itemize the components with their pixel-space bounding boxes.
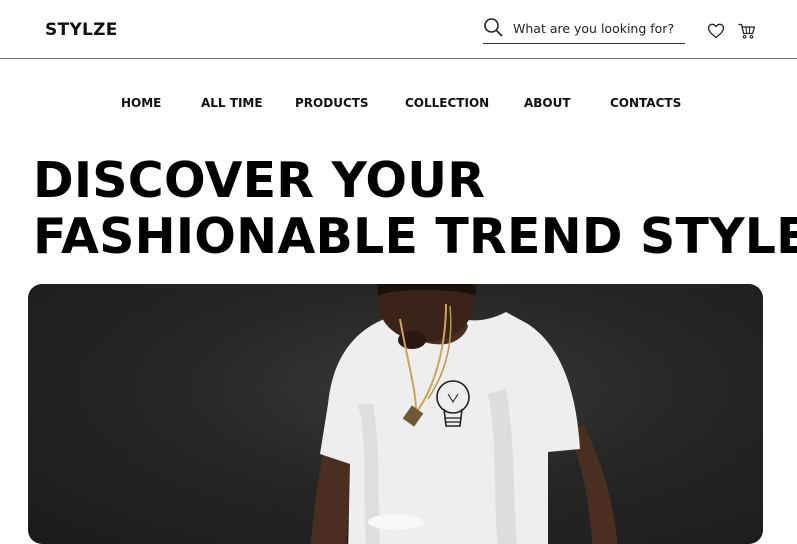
hero-image — [28, 284, 763, 544]
nav-item-all-time[interactable]: ALL TIME — [201, 96, 263, 110]
nav-item-contacts[interactable]: CONTACTS — [610, 96, 681, 110]
hero-title-line-1: DISCOVER YOUR — [33, 153, 797, 209]
search-input[interactable] — [513, 18, 683, 38]
search-bar[interactable] — [483, 15, 685, 44]
heart-icon[interactable] — [707, 22, 725, 40]
nav-item-home[interactable]: HOME — [121, 96, 161, 110]
hero-title-line-2: FASHIONABLE TREND STYLE — [33, 209, 797, 265]
nav-item-about[interactable]: ABOUT — [524, 96, 571, 110]
search-icon[interactable] — [483, 17, 503, 37]
nav-item-products[interactable]: PRODUCTS — [295, 96, 369, 110]
main-nav: HOME ALL TIME PRODUCTS COLLECTION ABOUT … — [0, 96, 797, 116]
cart-icon[interactable] — [738, 22, 756, 40]
hero-title: DISCOVER YOUR FASHIONABLE TREND STYLE — [33, 153, 797, 265]
model-illustration — [28, 284, 763, 544]
logo[interactable]: STYLZE — [45, 20, 118, 40]
site-header: STYLZE — [0, 0, 797, 59]
nav-item-collection[interactable]: COLLECTION — [405, 96, 489, 110]
